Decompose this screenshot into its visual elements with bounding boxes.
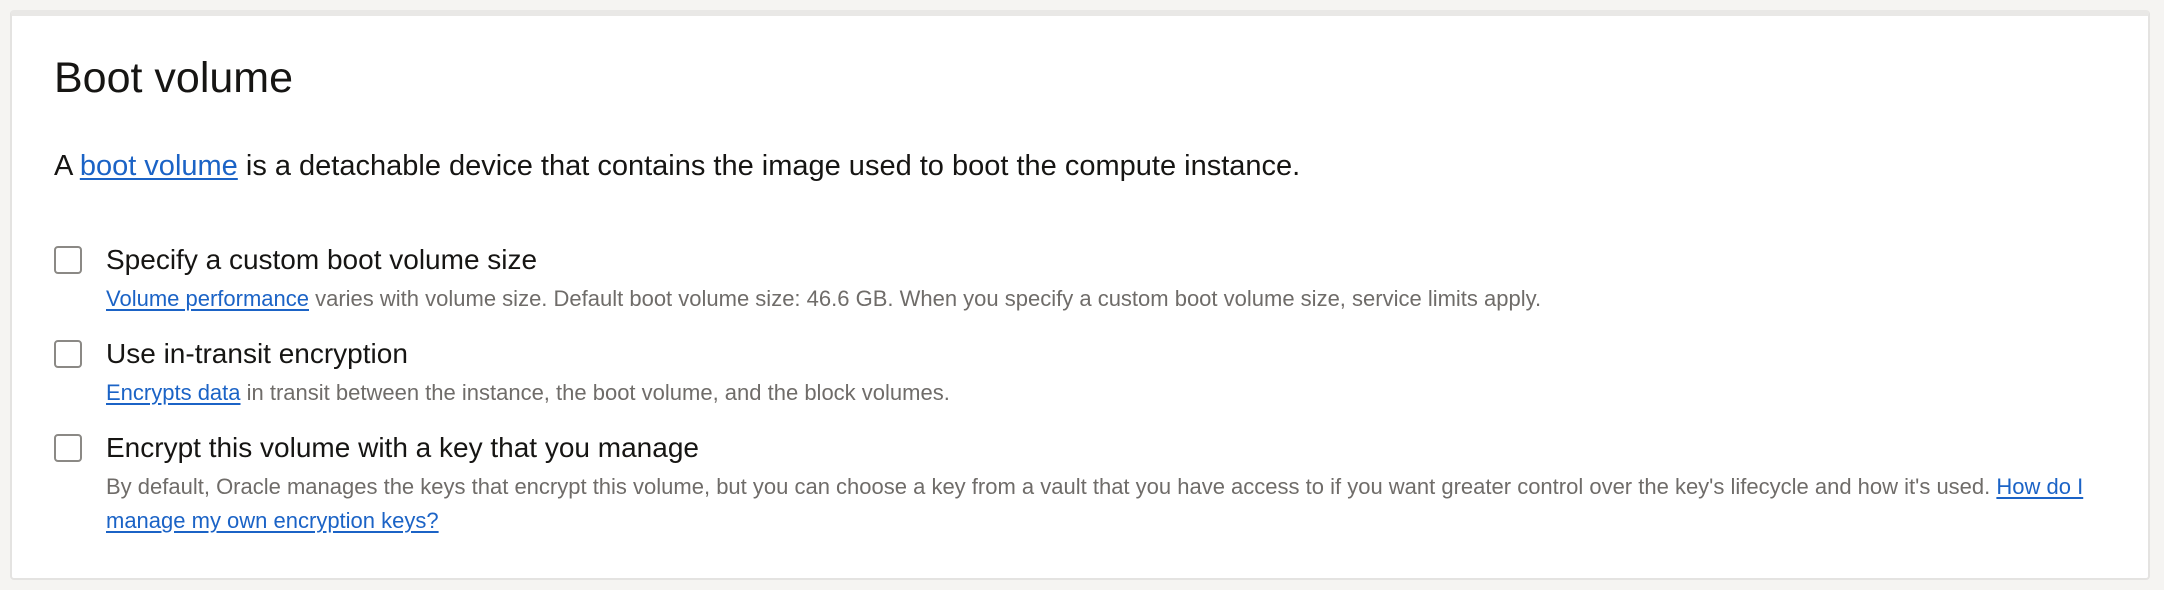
intro-suffix: is a detachable device that contains the… <box>237 150 1301 182</box>
boot-volume-section: Boot volume A boot volume is a detachabl… <box>10 10 2150 580</box>
encrypts-data-link[interactable]: Encrypts data <box>106 380 241 405</box>
customer-managed-key-description-text: By default, Oracle manages the keys that… <box>106 474 1997 499</box>
in-transit-encryption-description-text: in transit between the instance, the boo… <box>240 380 950 405</box>
in-transit-encryption-label[interactable]: Use in-transit encryption <box>106 334 408 374</box>
custom-boot-volume-size-description-text: varies with volume size. Default boot vo… <box>309 286 1542 311</box>
section-intro: A boot volume is a detachable device tha… <box>54 146 1300 186</box>
page: Boot volume A boot volume is a detachabl… <box>0 0 2164 590</box>
in-transit-encryption-description: Encrypts data in transit between the ins… <box>106 376 2164 410</box>
custom-boot-volume-size-label[interactable]: Specify a custom boot volume size <box>106 240 537 280</box>
custom-boot-volume-size-checkbox[interactable] <box>54 246 82 274</box>
boot-volume-link[interactable]: boot volume <box>80 150 238 182</box>
customer-managed-key-description: By default, Oracle manages the keys that… <box>106 470 2164 538</box>
in-transit-encryption-checkbox[interactable] <box>54 340 82 368</box>
section-title: Boot volume <box>54 54 294 102</box>
volume-performance-link[interactable]: Volume performance <box>106 286 309 311</box>
customer-managed-key-label[interactable]: Encrypt this volume with a key that you … <box>106 428 699 468</box>
customer-managed-key-checkbox[interactable] <box>54 434 82 462</box>
intro-prefix: A <box>54 150 80 182</box>
custom-boot-volume-size-description: Volume performance varies with volume si… <box>106 282 2164 316</box>
